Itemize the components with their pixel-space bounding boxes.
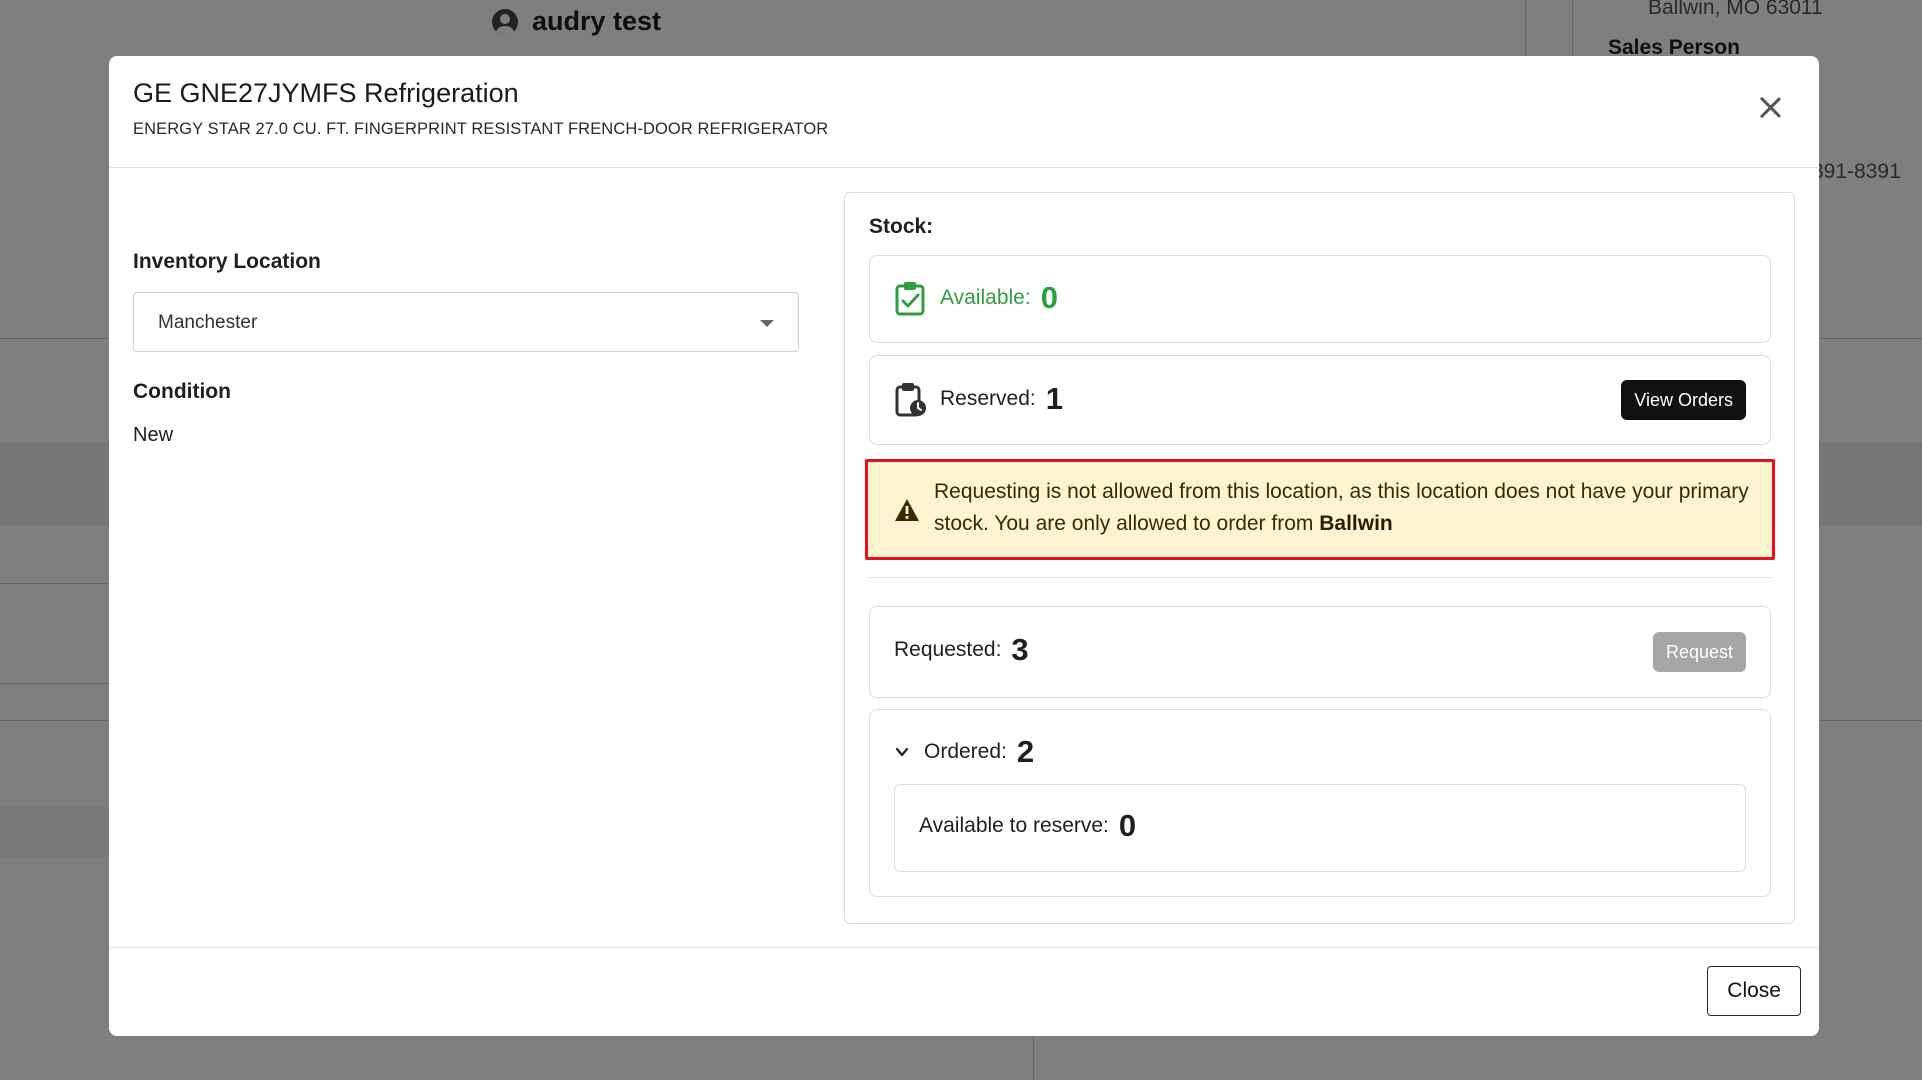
modal-subtitle: ENERGY STAR 27.0 CU. FT. FINGERPRINT RES… (133, 120, 829, 138)
available-to-reserve-card: Available to reserve: 0 (894, 784, 1746, 872)
product-options: Inventory Location Manchester Condition … (133, 192, 799, 447)
alert-message: Requesting is not allowed from this loca… (934, 476, 1754, 540)
divider (869, 577, 1771, 578)
modal-title: GE GNE27JYMFS Refrigeration (133, 78, 519, 108)
reserved-row: Reserved: 1 (894, 381, 1063, 417)
ordered-row[interactable]: Ordered: 2 (894, 734, 1034, 770)
clipboard-check-icon (895, 282, 925, 316)
available-to-reserve-row: Available to reserve: 0 (919, 808, 1136, 844)
modal-footer: Close (109, 947, 1819, 1036)
alert-location: Ballwin (1319, 512, 1393, 535)
requested-card: Requested: 3 Request (869, 606, 1771, 698)
inventory-location-value: Manchester (158, 312, 258, 333)
stock-label: Stock: (869, 215, 934, 238)
request-button[interactable]: Request (1652, 632, 1746, 672)
available-label: Available: (940, 286, 1031, 309)
ordered-value: 2 (1016, 734, 1035, 769)
inventory-location-select[interactable]: Manchester (133, 292, 799, 352)
requested-row: Requested: 3 (894, 632, 1029, 668)
chevron-down-icon[interactable] (894, 744, 910, 760)
reserved-card: Reserved: 1 View Orders (869, 355, 1771, 445)
close-icon[interactable] (1755, 92, 1785, 122)
product-stock-modal: GE GNE27JYMFS Refrigeration ENERGY STAR … (109, 56, 1819, 1036)
warning-icon (895, 499, 919, 521)
condition-value: New (133, 424, 174, 446)
close-button[interactable]: Close (1707, 966, 1801, 1016)
available-to-reserve-value: 0 (1118, 808, 1137, 843)
available-row: Available: 0 (894, 280, 1058, 316)
reserved-value: 1 (1045, 381, 1063, 416)
available-card: Available: 0 (869, 255, 1771, 343)
available-value: 0 (1040, 280, 1058, 315)
modal-header: GE GNE27JYMFS Refrigeration ENERGY STAR … (109, 56, 1819, 168)
requested-value: 3 (1011, 632, 1029, 667)
caret-down-icon (760, 320, 774, 327)
requested-label: Requested: (894, 638, 1002, 661)
request-not-allowed-alert: Requesting is not allowed from this loca… (865, 459, 1775, 560)
view-orders-button[interactable]: View Orders (1621, 380, 1746, 420)
inventory-location-label: Inventory Location (133, 250, 321, 273)
condition-label: Condition (133, 380, 231, 403)
clipboard-clock-icon (895, 383, 926, 417)
ordered-card: Ordered: 2 Available to reserve: 0 (869, 709, 1771, 897)
available-to-reserve-label: Available to reserve: (919, 814, 1109, 837)
stock-panel: Stock: Available: 0 Reserved: 1 View Ord… (844, 192, 1795, 924)
reserved-label: Reserved: (940, 387, 1036, 410)
ordered-label: Ordered: (924, 740, 1007, 763)
